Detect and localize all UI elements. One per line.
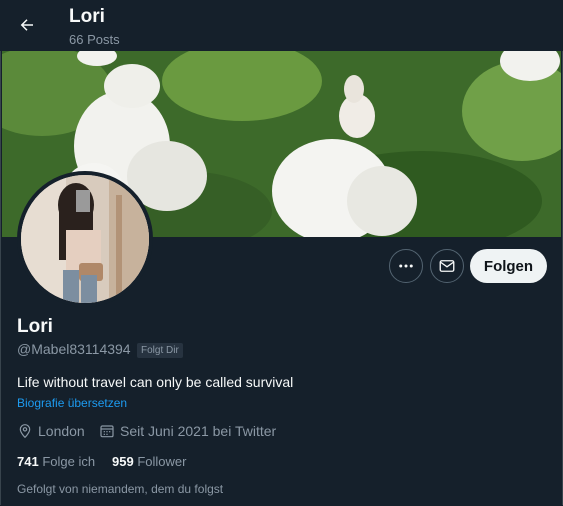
back-button[interactable] xyxy=(11,9,43,41)
location-pin-icon xyxy=(19,424,31,439)
envelope-icon xyxy=(439,260,455,272)
translate-bio-link[interactable]: Biografie übersetzen xyxy=(17,396,127,410)
followers-label: Follower xyxy=(137,454,187,469)
avatar-photo xyxy=(21,175,149,303)
followers-count: 959 xyxy=(112,454,134,469)
profile-bio: Life without travel can only be called s… xyxy=(17,374,294,390)
arrow-left-icon xyxy=(20,19,33,31)
follows-you-badge: Folgt Dir xyxy=(137,343,183,358)
joined-text: Seit Juni 2021 bei Twitter xyxy=(120,423,277,439)
location-text: London xyxy=(38,423,85,439)
follow-button[interactable]: Folgen xyxy=(470,249,547,283)
following-link[interactable]: 741 Folge ich xyxy=(17,454,95,469)
following-label: Folge ich xyxy=(42,454,96,469)
profile-name: Lori xyxy=(17,316,53,337)
header-post-count: 66 Posts xyxy=(69,32,120,47)
more-horizontal-icon xyxy=(399,264,413,268)
profile-joined: Seit Juni 2021 bei Twitter xyxy=(99,423,276,439)
message-button[interactable] xyxy=(430,249,464,283)
followers-link[interactable]: 959 Follower xyxy=(112,454,186,469)
profile-location: London xyxy=(17,423,85,439)
calendar-icon xyxy=(100,425,114,438)
following-count: 741 xyxy=(17,454,39,469)
profile-handle: @Mabel83114394 xyxy=(17,341,131,357)
more-options-button[interactable] xyxy=(389,249,423,283)
followed-by-text: Gefolgt von niemandem, dem du folgst xyxy=(17,482,224,496)
header-title: Lori xyxy=(69,6,105,27)
profile-header: Lori 66 Posts xyxy=(0,0,563,51)
avatar[interactable] xyxy=(17,171,153,307)
